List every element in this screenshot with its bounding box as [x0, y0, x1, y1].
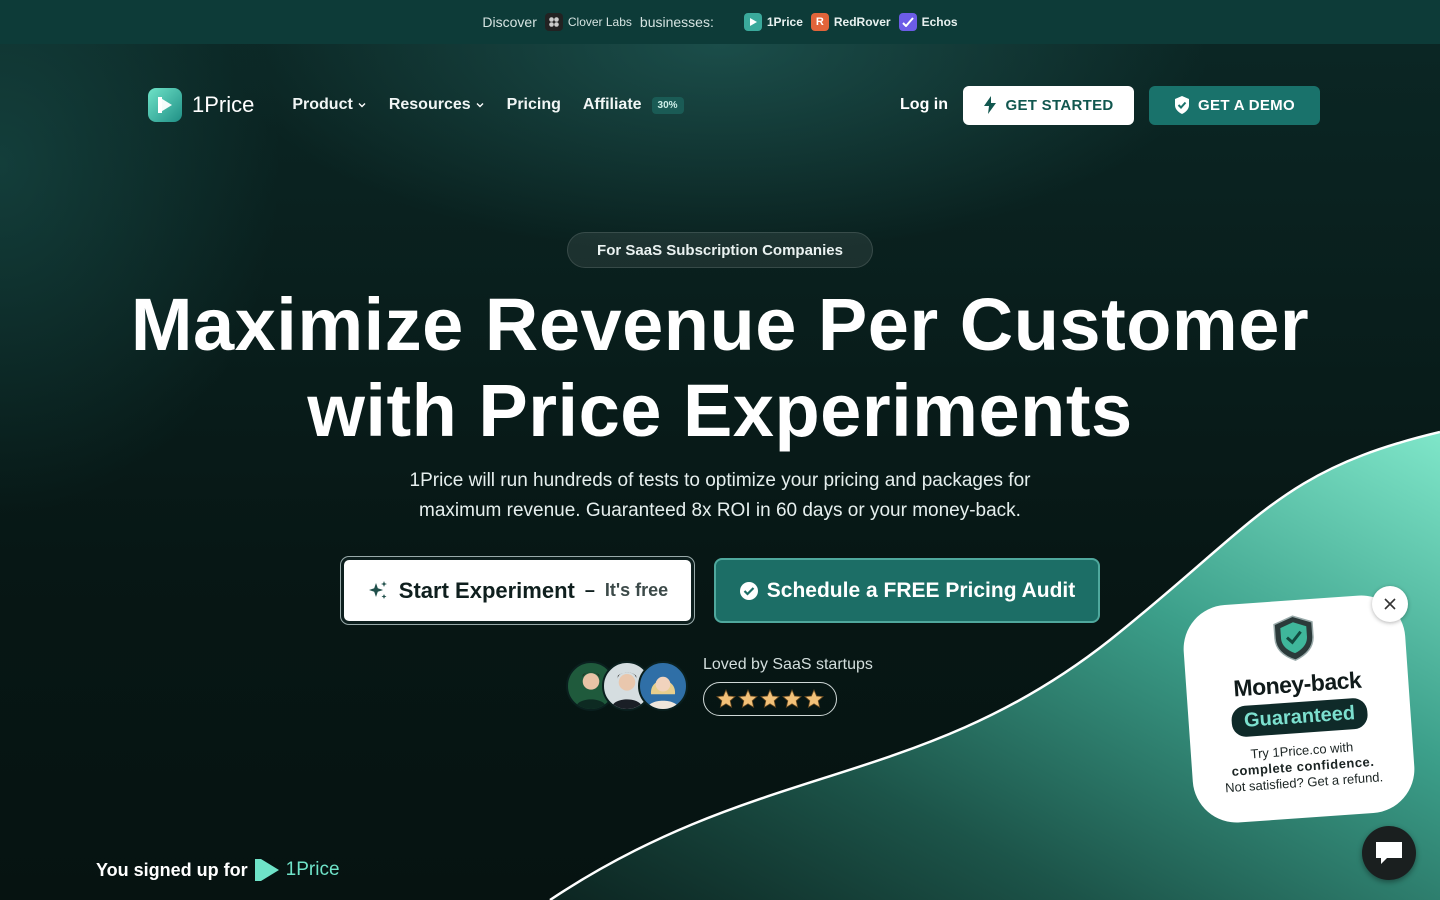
star-icon	[804, 689, 824, 709]
page-title: Maximize Revenue Per Customer with Price…	[130, 283, 1310, 452]
logo-text: 1Price	[192, 92, 255, 117]
brand-1price-link[interactable]: 1Price	[743, 13, 803, 31]
avatar	[638, 661, 688, 711]
clover-icon	[544, 13, 563, 31]
money-back-popup: Money-back Guaranteed Try 1Price.co with…	[1180, 592, 1418, 826]
check-circle-icon	[739, 581, 758, 600]
chevron-down-icon	[358, 103, 366, 108]
chevron-down-icon	[476, 103, 484, 108]
shield-check-icon	[1175, 96, 1190, 114]
guaranteed-badge: Guaranteed	[1231, 697, 1369, 738]
1price-logo-icon	[148, 88, 182, 122]
chat-icon	[1376, 842, 1402, 864]
schedule-audit-button[interactable]: Schedule a FREE Pricing Audit	[714, 558, 1100, 623]
1price-logo-icon	[743, 13, 762, 31]
affiliate-badge: 30%	[651, 96, 684, 114]
discover-label: Discover	[482, 14, 537, 30]
customer-avatars	[566, 661, 688, 711]
chat-button[interactable]	[1362, 826, 1416, 880]
site-logo[interactable]: 1Price	[148, 88, 254, 122]
money-back-text: Try 1Price.co with complete confidence. …	[1224, 739, 1384, 796]
businesses-label: businesses:	[639, 14, 714, 30]
sparkles-icon	[368, 580, 387, 599]
close-icon	[1384, 598, 1396, 610]
money-back-title: Money-back	[1232, 666, 1362, 702]
get-demo-button[interactable]: GET A DEMO	[1149, 85, 1320, 125]
main-nav: 1Price Product Resources Pricing Affilia…	[148, 85, 1320, 125]
nav-product[interactable]: Product	[292, 96, 366, 114]
audience-pill: For SaaS Subscription Companies	[567, 232, 873, 268]
signup-notification: You signed up for 1Price	[96, 859, 340, 881]
star-icon	[760, 689, 780, 709]
lightning-icon	[984, 96, 997, 114]
close-popup-button[interactable]	[1372, 586, 1408, 622]
star-icon	[716, 689, 736, 709]
star-icon	[738, 689, 758, 709]
echos-logo-icon	[898, 13, 917, 31]
login-link[interactable]: Log in	[900, 96, 948, 114]
nav-pricing[interactable]: Pricing	[507, 96, 561, 114]
clover-labs-link[interactable]: Clover Labs	[544, 13, 632, 31]
redrover-logo-icon: R	[810, 13, 829, 31]
discover-bar: Discover Clover Labs businesses: 1Price …	[0, 0, 1440, 44]
brand-echos-link[interactable]: Echos	[898, 13, 958, 31]
get-started-button[interactable]: GET STARTED	[963, 85, 1134, 125]
star-icon	[782, 689, 802, 709]
social-proof-label: Loved by SaaS startups	[703, 656, 873, 673]
nav-affiliate[interactable]: Affiliate 30%	[583, 96, 684, 114]
start-experiment-button[interactable]: Start Experiment – It's free	[341, 557, 694, 624]
nav-resources[interactable]: Resources	[389, 96, 485, 114]
1price-logo-icon	[254, 859, 279, 881]
star-rating	[703, 682, 837, 716]
shield-badge-icon	[1273, 615, 1314, 661]
hero-subtitle: 1Price will run hundreds of tests to opt…	[409, 470, 1031, 521]
brand-redrover-link[interactable]: R RedRover	[810, 13, 891, 31]
